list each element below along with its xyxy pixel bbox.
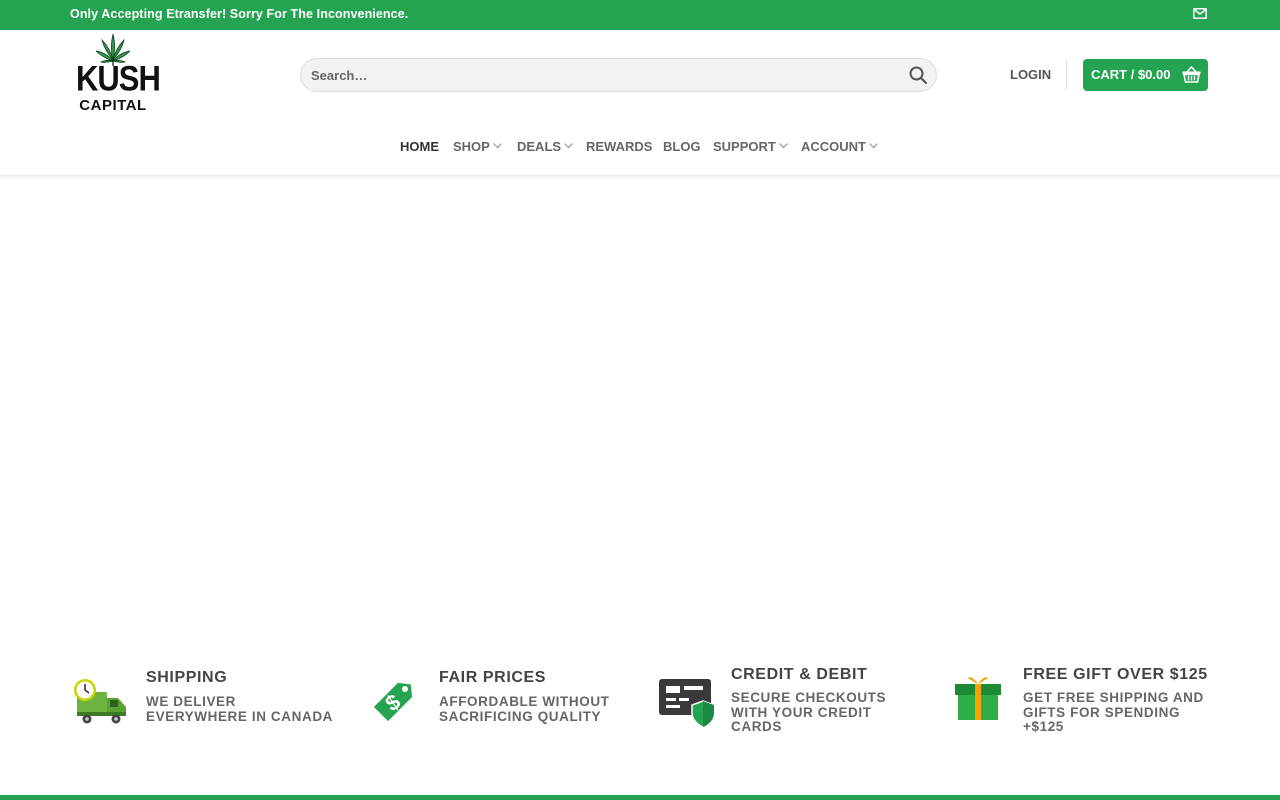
nav-item-label: BLOG — [663, 139, 701, 154]
feature-desc-line: WE DELIVER — [146, 694, 237, 709]
main-navigation: HOME SHOP DEALS REWARDS BLOG SUPPORT ACC… — [0, 139, 1280, 159]
feature-desc-line: EVERYWHERE IN CANADA — [146, 708, 334, 724]
chevron-down-icon — [869, 143, 878, 149]
feature-desc-line: +$125 — [1023, 719, 1064, 734]
basket-icon — [1182, 66, 1201, 83]
feature-desc-line: SACRIFICING QUALITY — [439, 708, 602, 724]
nav-item-blog[interactable]: BLOG — [663, 139, 701, 154]
nav-item-deals[interactable]: DEALS — [517, 139, 573, 154]
chevron-down-icon — [778, 143, 788, 149]
footer-bar — [0, 795, 1280, 800]
announcement-text: Only Accepting Etransfer! Sorry For The … — [70, 7, 409, 21]
logo-subtitle: CAPITAL — [79, 97, 147, 114]
feature-desc-line: AFFORDABLE WITHOUT — [439, 694, 610, 709]
nav-item-label: SHOP — [453, 139, 490, 154]
feature-description: GET FREE SHIPPING AND GIFTS FOR SPENDING… — [1023, 690, 1243, 735]
feature-desc-line: SECURE CHECKOUTS — [731, 690, 887, 705]
feature-title: CREDIT & DEBIT — [731, 666, 868, 683]
feature-desc-line: WITH YOUR CREDIT — [731, 704, 872, 720]
site-logo[interactable]: KUSH CAPITAL — [76, 34, 161, 118]
feature-desc-line: CARDS — [731, 719, 783, 734]
search-bar[interactable] — [300, 58, 937, 92]
feature-title: SHIPPING — [146, 669, 228, 686]
nav-item-shop[interactable]: SHOP — [453, 139, 502, 154]
search-input[interactable] — [311, 65, 891, 85]
nav-item-rewards[interactable]: REWARDS — [586, 139, 652, 154]
login-link[interactable]: LOGIN — [1010, 67, 1051, 82]
nav-item-label: SUPPORT — [713, 139, 776, 154]
header-divider — [1066, 60, 1067, 90]
delivery-truck-icon — [74, 679, 126, 724]
feature-description: WE DELIVER EVERYWHERE IN CANADA — [146, 694, 346, 724]
secure-card-icon — [659, 679, 715, 728]
site-header: KUSH CAPITAL LOGIN CART / $0.00 HOME SHO… — [0, 30, 1280, 175]
feature-title: FAIR PRICES — [439, 669, 547, 686]
search-icon[interactable] — [909, 66, 927, 84]
envelope-icon[interactable] — [1193, 8, 1207, 19]
feature-title: FREE GIFT OVER $125 — [1023, 666, 1208, 683]
price-tag-icon: $ — [373, 682, 413, 722]
nav-item-label: DEALS — [517, 139, 562, 154]
chevron-down-icon — [492, 143, 502, 149]
top-announcement-bar: Only Accepting Etransfer! Sorry For The … — [0, 0, 1280, 30]
nav-item-support[interactable]: SUPPORT — [713, 139, 788, 154]
gift-box-icon — [955, 677, 1001, 720]
nav-item-account[interactable]: ACCOUNT — [801, 139, 878, 154]
feature-desc-line: GET FREE SHIPPING AND — [1023, 690, 1204, 705]
features-strip: SHIPPING WE DELIVER EVERYWHERE IN CANADA… — [0, 660, 1280, 750]
feature-description: SECURE CHECKOUTS WITH YOUR CREDIT CARDS — [731, 690, 931, 735]
nav-item-home[interactable]: HOME — [400, 139, 439, 154]
feature-description: AFFORDABLE WITHOUT SACRIFICING QUALITY — [439, 694, 639, 724]
feature-desc-line: GIFTS FOR SPENDING — [1023, 704, 1181, 720]
cart-button[interactable]: CART / $0.00 — [1083, 59, 1208, 91]
nav-item-label: ACCOUNT — [801, 139, 866, 154]
cart-label: CART / $0.00 — [1091, 67, 1171, 82]
nav-item-label: REWARDS — [586, 139, 653, 154]
nav-item-label: HOME — [400, 139, 439, 154]
logo-wordmark: KUSH — [76, 58, 161, 99]
chevron-down-icon — [564, 143, 573, 149]
